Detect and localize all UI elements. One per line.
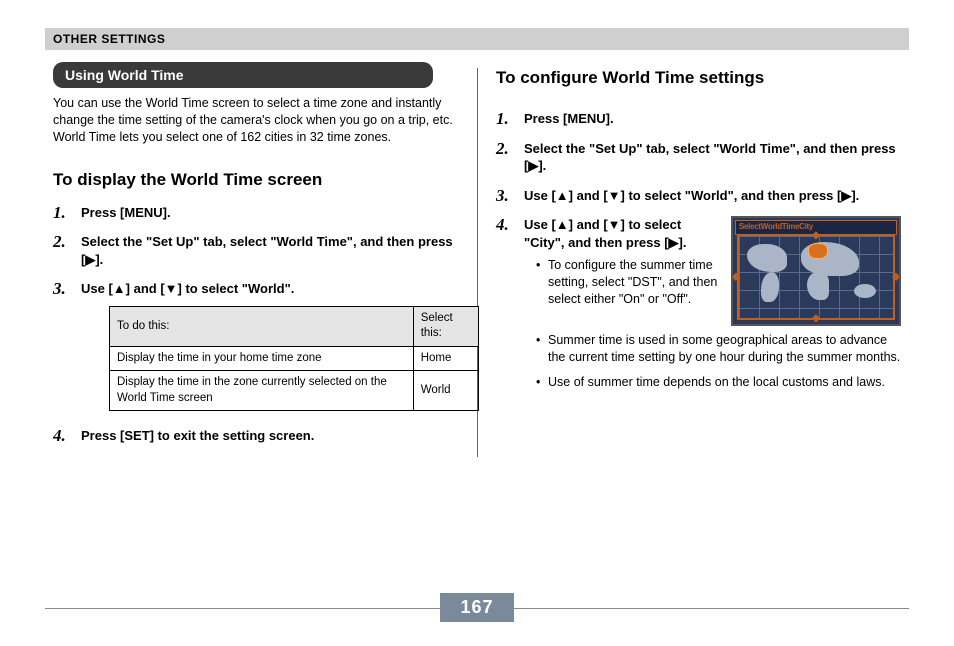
- topic-pill: Using World Time: [53, 62, 433, 88]
- crosshair-icon: ◆: [892, 270, 900, 284]
- left-step-1: Press [MENU].: [53, 204, 459, 222]
- continent-shape: [747, 244, 787, 272]
- crosshair-icon: ◆: [812, 312, 820, 326]
- world-map-screenshot: SelectWorldTimeCity ◆ ◆ ◆: [731, 216, 901, 326]
- table-r1c1: Display the time in your home time zone: [110, 346, 414, 371]
- bullet-3: Use of summer time depends on the local …: [538, 374, 901, 391]
- continent-shape: [807, 272, 829, 300]
- right-step-4-text: Use [▲] and [▼] to select "City", and th…: [524, 217, 686, 250]
- left-step-4: Press [SET] to exit the setting screen.: [53, 427, 459, 445]
- right-step-4: Use [▲] and [▼] to select "City", and th…: [496, 216, 901, 391]
- continent-shape: [761, 272, 779, 302]
- options-table: To do this: Select this: Display the tim…: [109, 306, 479, 412]
- continent-shape: [854, 284, 876, 298]
- left-step-3: Use [▲] and [▼] to select "World". To do…: [53, 280, 459, 411]
- map-selection-marker: [809, 244, 827, 258]
- section-header: OTHER SETTINGS: [45, 28, 909, 50]
- table-r2c2: World: [413, 371, 478, 411]
- page-footer: 167: [45, 593, 909, 622]
- right-steps: Press [MENU]. Select the "Set Up" tab, s…: [496, 110, 901, 391]
- table-header-1: To do this:: [110, 306, 414, 346]
- crosshair-icon: ◆: [732, 270, 740, 284]
- bullet-2: Summer time is used in some geographical…: [538, 332, 901, 366]
- bullet-1: To configure the summer time setting, se…: [538, 257, 721, 308]
- left-step-2: Select the "Set Up" tab, select "World T…: [53, 233, 459, 268]
- table-header-2: Select this:: [413, 306, 478, 346]
- right-column: To configure World Time settings Press […: [478, 62, 909, 457]
- intro-text: You can use the World Time screen to sel…: [53, 95, 459, 146]
- table-r2c1: Display the time in the zone currently s…: [110, 371, 414, 411]
- left-subheading: To display the World Time screen: [53, 170, 459, 190]
- crosshair-icon: ◆: [812, 229, 820, 243]
- right-subheading: To configure World Time settings: [496, 68, 901, 88]
- right-step-1: Press [MENU].: [496, 110, 901, 128]
- bullet-list-cont: Summer time is used in some geographical…: [524, 332, 901, 391]
- map-grid: ◆ ◆ ◆ ◆: [737, 234, 895, 320]
- left-step-3-text: Use [▲] and [▼] to select "World".: [81, 281, 294, 296]
- left-column: Using World Time You can use the World T…: [45, 62, 477, 457]
- table-r1c2: Home: [413, 346, 478, 371]
- right-step-2: Select the "Set Up" tab, select "World T…: [496, 140, 901, 175]
- page-number: 167: [440, 593, 513, 622]
- left-steps: Press [MENU]. Select the "Set Up" tab, s…: [53, 204, 459, 445]
- bullet-list: To configure the summer time setting, se…: [524, 257, 721, 308]
- right-step-3: Use [▲] and [▼] to select "World", and t…: [496, 187, 901, 205]
